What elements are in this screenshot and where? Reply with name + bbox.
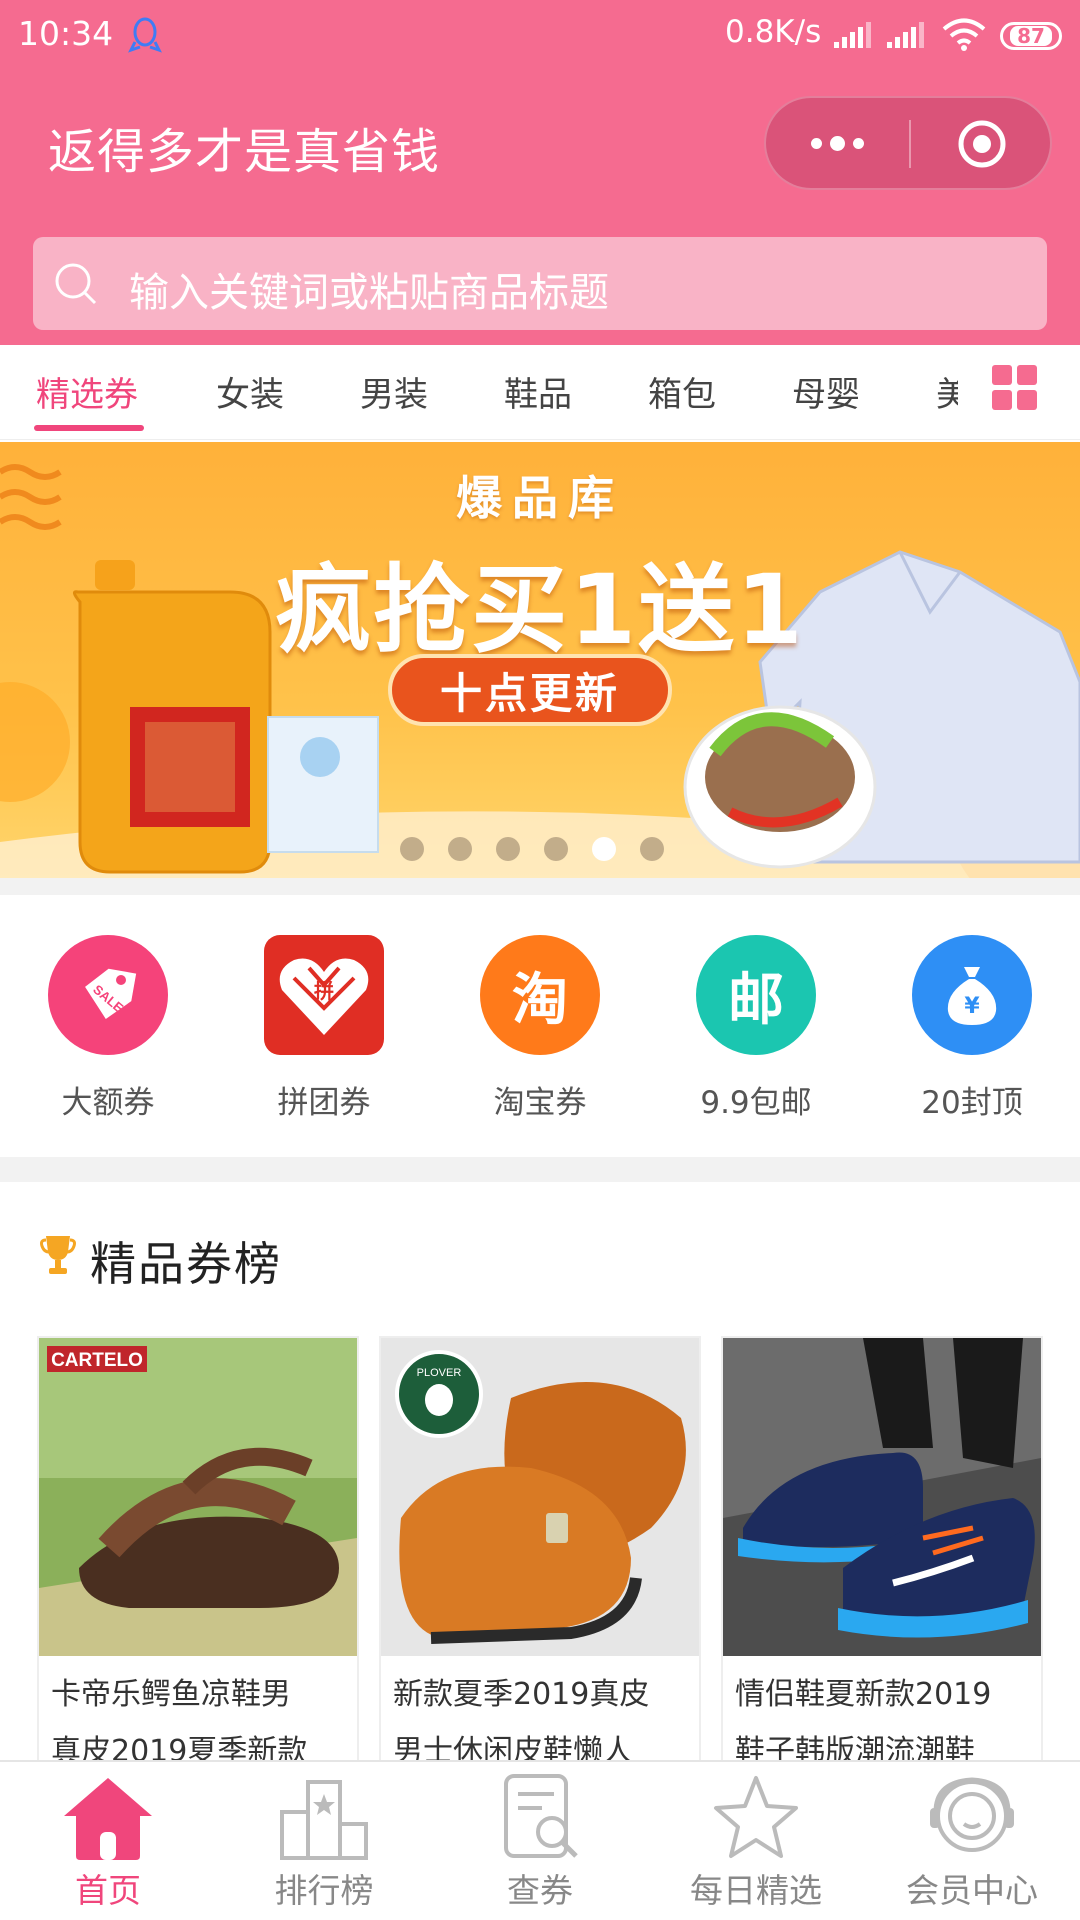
category-big-coupon[interactable]: SALE 大额券: [18, 935, 198, 1122]
sale-tag-glyph: SALE: [85, 968, 137, 1019]
trophy-icon: [40, 1236, 76, 1274]
nav-daily-picks[interactable]: 每日精选: [656, 1772, 856, 1912]
banner-subtitle: 爆品库: [456, 471, 624, 525]
nav-ranking[interactable]: 排行榜: [224, 1772, 424, 1912]
product-title-line: 情侣鞋夏新款2019: [735, 1677, 992, 1712]
brand-logo-text: PLOVER: [417, 1367, 462, 1379]
carousel-dot[interactable]: [496, 837, 520, 861]
wifi-icon: [942, 18, 986, 51]
capsule-divider: [909, 120, 911, 168]
search-placeholder: 输入关键词或粘贴商品标题: [129, 270, 609, 316]
money-bag-glyph: ¥: [947, 967, 997, 1025]
tab-bags[interactable]: 箱包: [648, 367, 716, 416]
tab-featured[interactable]: 精选券: [36, 367, 138, 416]
pinduoduo-text: 拼: [314, 979, 334, 1003]
product-image-sandal: CARTELO: [39, 1338, 357, 1656]
carousel-dot[interactable]: [544, 837, 568, 861]
section-divider: [0, 878, 1080, 895]
product-title-line: 卡帝乐鳄鱼凉鞋男: [51, 1677, 291, 1712]
signal-icon: [887, 22, 924, 48]
mail-icon: 邮: [696, 935, 816, 1055]
more-button[interactable]: [766, 98, 909, 188]
product-title: 情侣鞋夏新款2019 鞋子韩版潮流潮鞋: [735, 1666, 1035, 1764]
page-title: 返得多才是真省钱: [48, 124, 441, 180]
product-image-loafer: PLOVER: [381, 1338, 699, 1656]
nav-label: 每日精选: [690, 1871, 822, 1910]
product-title-line: 新款夏季2019真皮: [393, 1677, 650, 1712]
category-label: 淘宝券: [493, 1085, 587, 1121]
product-card[interactable]: 情侣鞋夏新款2019 鞋子韩版潮流潮鞋: [721, 1336, 1043, 1766]
section-title: 精品券榜: [90, 1237, 282, 1291]
nav-label: 会员中心: [906, 1871, 1038, 1910]
coupon-search-icon: [504, 1774, 578, 1858]
product-card[interactable]: CARTELO 卡帝乐鳄鱼凉鞋男 真皮2019夏季新款: [37, 1336, 359, 1766]
category-group-coupon[interactable]: 拼 拼团券: [234, 935, 414, 1122]
product-title: 卡帝乐鳄鱼凉鞋男 真皮2019夏季新款: [51, 1666, 351, 1764]
battery-icon: 87: [1000, 22, 1062, 50]
star-icon: [714, 1776, 798, 1858]
pinduoduo-icon: 拼: [264, 935, 384, 1055]
product-title: 新款夏季2019真皮 男士休闲皮鞋懒人: [393, 1666, 693, 1764]
battery-level: 87: [1010, 26, 1052, 46]
banner-update-button[interactable]: 十点更新: [388, 654, 672, 726]
category-label: 9.9包邮: [700, 1085, 812, 1121]
app-header: 10:34 0.8K/s 87 返得多才是真省钱 输入关键词或粘贴商品标题: [0, 0, 1080, 345]
close-miniprogram-icon[interactable]: [956, 118, 1008, 170]
nav-coupon-search[interactable]: 查券: [440, 1772, 640, 1912]
brand-logo-text: CARTELO: [51, 1350, 143, 1371]
money-bag-text: ¥: [964, 994, 980, 1019]
category-label: 20封顶: [921, 1085, 1023, 1121]
signal-icon: [834, 22, 871, 48]
coupon-categories: SALE 大额券 拼 拼团券 淘 淘宝券 邮 9.9包邮 ¥ 20封顶: [0, 895, 1080, 1157]
category-label: 大额券: [61, 1085, 155, 1121]
section-divider: [0, 1157, 1080, 1182]
status-bar: 10:34 0.8K/s 87: [0, 0, 1080, 75]
tab-baby[interactable]: 母婴: [792, 367, 860, 416]
more-dot: [853, 137, 864, 149]
product-image-sneaker: [723, 1338, 1041, 1656]
miniprogram-capsule: [764, 96, 1052, 190]
carousel-dot[interactable]: [592, 837, 616, 861]
network-speed: 0.8K/s: [725, 14, 822, 50]
status-time: 10:34: [18, 14, 114, 53]
tab-women[interactable]: 女装: [216, 367, 284, 416]
search-icon: [55, 263, 97, 305]
promo-banner[interactable]: 爆品库 疯抢买1送1 十点更新: [0, 442, 1080, 878]
nav-label: 排行榜: [274, 1871, 374, 1910]
category-free-shipping[interactable]: 邮 9.9包邮: [666, 935, 846, 1122]
member-icon: [930, 1777, 1014, 1852]
bottom-navigation: 首页 排行榜 查券 每日精选 会员中心: [0, 1760, 1080, 1920]
more-dot: [830, 135, 845, 151]
active-tab-indicator: [34, 425, 144, 431]
grid-menu-icon[interactable]: [992, 365, 1038, 411]
product-card[interactable]: PLOVER 新款夏季2019真皮 男士休闲皮鞋懒人: [379, 1336, 701, 1766]
carousel-dot[interactable]: [448, 837, 472, 861]
carousel-dot[interactable]: [640, 837, 664, 861]
nav-label: 首页: [75, 1871, 141, 1910]
category-capped-20[interactable]: ¥ 20封顶: [882, 935, 1062, 1122]
nav-member-center[interactable]: 会员中心: [872, 1772, 1072, 1912]
search-input[interactable]: 输入关键词或粘贴商品标题: [33, 237, 1047, 330]
tab-beauty[interactable]: 美: [936, 367, 958, 416]
home-icon: [64, 1778, 152, 1860]
more-dot: [811, 137, 822, 149]
qq-icon: [128, 17, 162, 53]
category-taobao-coupon[interactable]: 淘 淘宝券: [450, 935, 630, 1122]
money-bag-icon: ¥: [912, 935, 1032, 1055]
coupon-ranking-section: 精品券榜 CARTELO 卡帝乐鳄鱼凉鞋男 真皮2019夏季新款 PLOVER: [0, 1182, 1080, 1766]
mail-glyph: 邮: [728, 967, 784, 1033]
tab-men[interactable]: 男装: [360, 367, 428, 416]
tab-shoes[interactable]: 鞋品: [504, 367, 572, 416]
nav-home[interactable]: 首页: [8, 1772, 208, 1912]
nav-label: 查券: [507, 1871, 573, 1910]
ranking-icon: [280, 1780, 368, 1860]
sale-tag-icon: SALE: [48, 935, 168, 1055]
banner-headline: 疯抢买1送1: [275, 554, 805, 666]
category-tabs: 精选券 女装 男装 鞋品 箱包 母婴 美: [0, 345, 1080, 440]
category-label: 拼团券: [277, 1085, 371, 1121]
pinduoduo-glyph: 拼: [279, 958, 369, 1035]
taobao-glyph: 淘: [512, 967, 568, 1033]
carousel-dot[interactable]: [400, 837, 424, 861]
taobao-icon: 淘: [480, 935, 600, 1055]
